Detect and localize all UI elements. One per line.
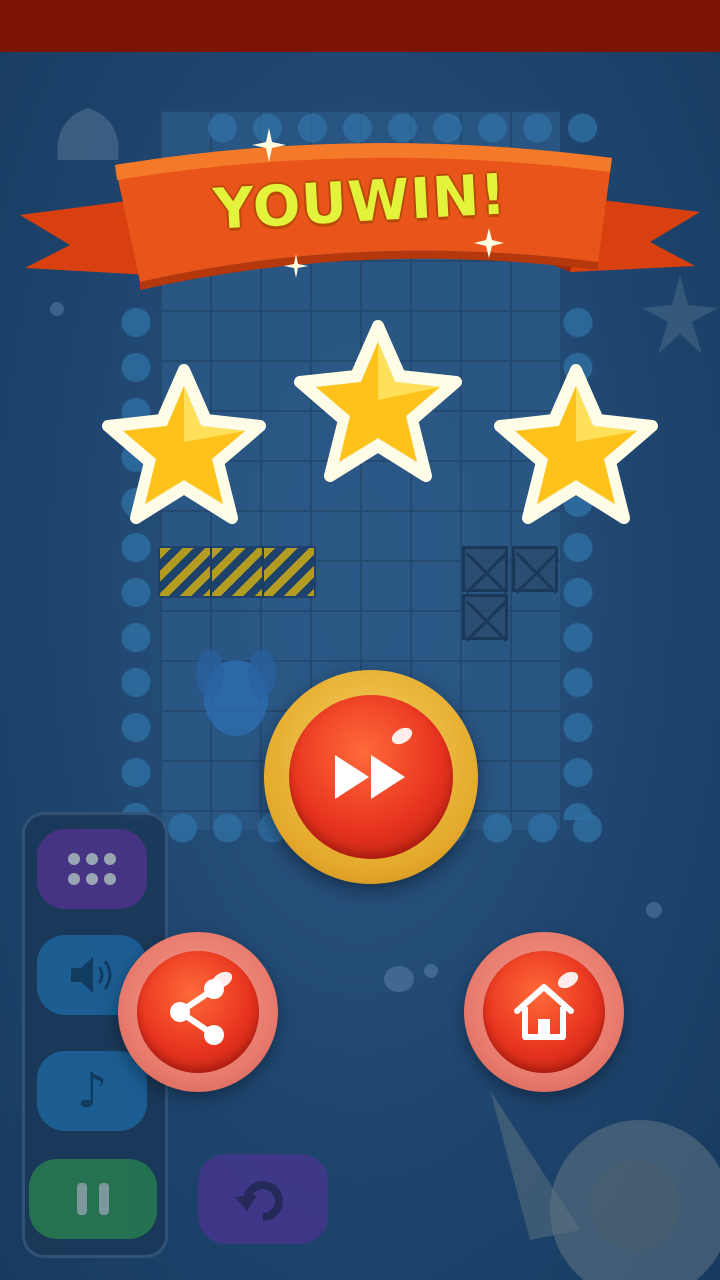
bubble [646,902,662,918]
restart-button[interactable] [198,1154,328,1244]
home-icon [514,984,574,1040]
board-tile-chevron [262,546,316,598]
fast-forward-icon [335,755,405,799]
board-crate [512,546,558,592]
menu-button[interactable] [37,829,147,909]
pause-icon [77,1183,109,1215]
sparkle-icon [474,228,504,258]
board-tile-chevron [158,546,212,598]
share-button-face [137,951,259,1073]
board-crate [462,594,508,640]
grid-dots-icon [68,853,116,885]
restart-icon [235,1181,283,1221]
bubble [424,964,438,978]
pause-button[interactable] [29,1159,157,1239]
home-button[interactable] [464,932,624,1092]
star-2 [294,320,462,482]
next-level-button-face [289,695,453,859]
next-level-button[interactable] [264,670,478,884]
sparkle-icon [284,254,308,278]
shine-highlight [388,724,416,748]
win-banner [20,143,700,290]
seashell-decoration [490,1090,720,1280]
elephant-character [196,650,276,736]
game-screen: ♪ YOUWIN! [0,0,720,1280]
star-1 [102,364,266,524]
star-3 [494,364,658,524]
home-button-face [483,951,605,1073]
speaker-icon [71,957,112,993]
music-button[interactable]: ♪ [37,1051,147,1131]
board-crate [462,546,508,592]
music-note-icon: ♪ [76,1063,108,1119]
sparkle-icon [252,128,286,162]
board-tile-chevron [210,546,264,598]
share-button[interactable] [118,932,278,1092]
bubble [384,966,414,992]
